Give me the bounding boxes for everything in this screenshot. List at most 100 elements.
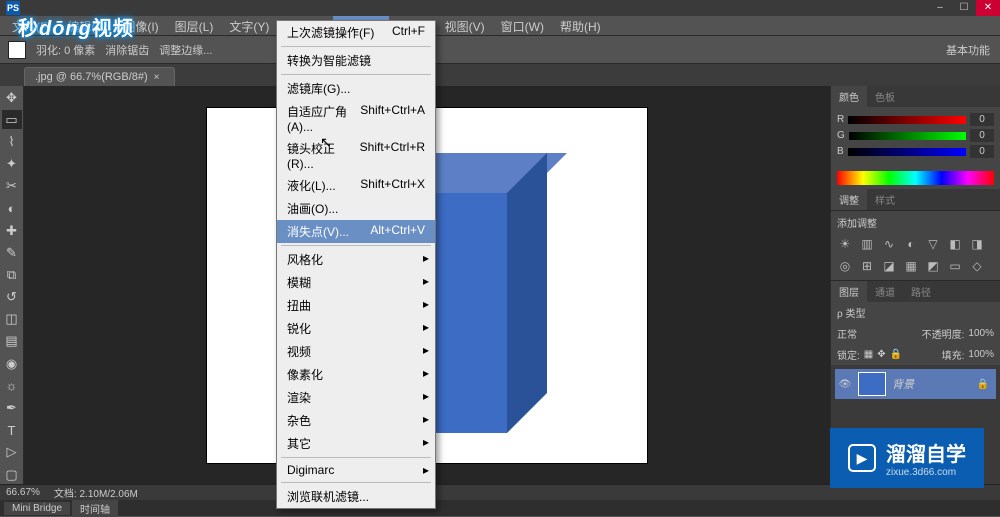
maximize-button[interactable]: ☐ [952, 0, 976, 16]
blend-mode[interactable]: 正常 [837, 326, 857, 341]
lock-pixels-icon[interactable]: ▦ [864, 349, 873, 360]
menu-bar: 文件(F)编辑(E)图像(I)图层(L)文字(Y)选择(S)滤镜(T)3D(D)… [0, 16, 1000, 36]
menu-item[interactable]: 锐化▸ [277, 317, 435, 340]
hue-icon[interactable]: ◧ [947, 236, 963, 252]
tab-timeline[interactable]: 时间轴 [72, 500, 118, 517]
tab-layers[interactable]: 图层 [831, 281, 867, 302]
tab-paths[interactable]: 路径 [903, 281, 939, 302]
fill-value[interactable]: 100% [968, 349, 994, 360]
posterize-icon[interactable]: ▦ [903, 258, 919, 274]
eyedropper-tool-icon[interactable]: ◐ [2, 199, 22, 218]
menu-item[interactable]: 自适应广角(A)...Shift+Ctrl+A [277, 100, 435, 137]
invert-icon[interactable]: ◪ [881, 258, 897, 274]
document-tab[interactable]: .jpg @ 66.7%(RGB/8#) × [24, 67, 175, 86]
antialias-checkbox[interactable]: 消除锯齿 [105, 42, 149, 58]
marquee-tool-icon[interactable]: ▭ [2, 110, 22, 129]
selective-color-icon[interactable]: ◇ [969, 258, 985, 274]
menu-帮助[interactable]: 帮助(H) [552, 16, 609, 35]
gradient-map-icon[interactable]: ▭ [947, 258, 963, 274]
curves-icon[interactable]: ∿ [881, 236, 897, 252]
color-value[interactable]: 0 [970, 113, 994, 126]
menu-item[interactable]: 油画(O)... [277, 197, 435, 220]
channel-label: R [837, 114, 844, 125]
watermark-logo-2: ▶ 溜溜自学 zixue.3d66.com [830, 428, 984, 488]
menu-item[interactable]: 镜头校正(R)...Shift+Ctrl+R [277, 137, 435, 174]
menu-item[interactable]: 模糊▸ [277, 271, 435, 294]
eraser-tool-icon[interactable]: ◫ [2, 310, 22, 329]
layer-row[interactable]: 👁 背景 🔒 [835, 369, 996, 399]
menu-item[interactable]: 风格化▸ [277, 248, 435, 271]
zoom-level[interactable]: 66.67% [6, 487, 40, 498]
marquee-tool-indicator[interactable] [8, 41, 26, 59]
type-tool-icon[interactable]: T [2, 421, 22, 440]
menu-item[interactable]: 扭曲▸ [277, 294, 435, 317]
gradient-tool-icon[interactable]: ▤ [2, 332, 22, 351]
stamp-tool-icon[interactable]: ⧉ [2, 265, 22, 284]
color-value[interactable]: 0 [970, 129, 994, 142]
close-tab-icon[interactable]: × [154, 72, 160, 83]
move-tool-icon[interactable]: ✥ [2, 88, 22, 107]
history-brush-tool-icon[interactable]: ↺ [2, 288, 22, 307]
color-spectrum[interactable] [837, 171, 994, 185]
play-icon: ▶ [848, 444, 876, 472]
brush-tool-icon[interactable]: ✎ [2, 243, 22, 262]
minimize-button[interactable]: – [928, 0, 952, 16]
tab-color[interactable]: 颜色 [831, 86, 867, 107]
brightness-icon[interactable]: ☀ [837, 236, 853, 252]
dodge-tool-icon[interactable]: ☼ [2, 376, 22, 395]
color-slider[interactable] [849, 132, 966, 140]
menu-item[interactable]: Digimarc▸ [277, 460, 435, 480]
menu-窗口[interactable]: 窗口(W) [493, 16, 552, 35]
tab-channels[interactable]: 通道 [867, 281, 903, 302]
refine-edge-button[interactable]: 调整边缘... [159, 42, 212, 58]
menu-item[interactable]: 视频▸ [277, 340, 435, 363]
workspace-label[interactable]: 基本功能 [946, 42, 990, 58]
blur-tool-icon[interactable]: ◉ [2, 354, 22, 373]
menu-图层[interactable]: 图层(L) [167, 16, 222, 35]
options-bar: 羽化: 0 像素 消除锯齿 调整边缘... 基本功能 [0, 36, 1000, 64]
menu-item[interactable]: 滤镜库(G)... [277, 77, 435, 100]
threshold-icon[interactable]: ◩ [925, 258, 941, 274]
tab-adjustments[interactable]: 调整 [831, 189, 867, 210]
exposure-icon[interactable]: ◐ [903, 236, 919, 252]
menu-item[interactable]: 浏览联机滤镜... [277, 485, 435, 508]
menu-item[interactable]: 转换为智能滤镜 [277, 49, 435, 72]
menu-item[interactable]: 上次滤镜操作(F)Ctrl+F [277, 21, 435, 44]
menu-item[interactable]: 消失点(V)...Alt+Ctrl+V [277, 220, 435, 243]
shape-tool-icon[interactable]: ▢ [2, 465, 22, 484]
menu-item[interactable]: 渲染▸ [277, 386, 435, 409]
lock-all-icon[interactable]: 🔒 [890, 349, 902, 360]
close-button[interactable]: ✕ [976, 0, 1000, 16]
vibrance-icon[interactable]: ▽ [925, 236, 941, 252]
opacity-value[interactable]: 100% [968, 328, 994, 339]
lasso-tool-icon[interactable]: ⌇ [2, 132, 22, 151]
color-slider[interactable] [848, 116, 966, 124]
lock-position-icon[interactable]: ✥ [877, 349, 885, 360]
crop-tool-icon[interactable]: ✂ [2, 177, 22, 196]
adjustments-panel: 添加调整 ☀ ▥ ∿ ◐ ▽ ◧ ◨ ◎ ⊞ ◪ ▦ ◩ ▭ ◇ [831, 210, 1000, 280]
photo-filter-icon[interactable]: ◎ [837, 258, 853, 274]
menu-文字[interactable]: 文字(Y) [221, 16, 277, 35]
visibility-icon[interactable]: 👁 [838, 379, 852, 390]
menu-item[interactable]: 杂色▸ [277, 409, 435, 432]
healing-tool-icon[interactable]: ✚ [2, 221, 22, 240]
color-value[interactable]: 0 [970, 145, 994, 158]
document-tab-title: .jpg @ 66.7%(RGB/8#) [35, 71, 148, 83]
pen-tool-icon[interactable]: ✒ [2, 398, 22, 417]
layer-thumbnail[interactable] [858, 372, 886, 396]
levels-icon[interactable]: ▥ [859, 236, 875, 252]
tab-mini-bridge[interactable]: Mini Bridge [4, 502, 70, 515]
wand-tool-icon[interactable]: ✦ [2, 155, 22, 174]
channel-mixer-icon[interactable]: ⊞ [859, 258, 875, 274]
menu-item[interactable]: 像素化▸ [277, 363, 435, 386]
menu-视图[interactable]: 视图(V) [437, 16, 493, 35]
tab-styles[interactable]: 样式 [867, 189, 903, 210]
color-slider[interactable] [848, 148, 966, 156]
adjustments-title: 添加调整 [837, 215, 994, 230]
layer-kind[interactable]: ρ 类型 [837, 305, 865, 320]
tab-swatches[interactable]: 色板 [867, 86, 903, 107]
menu-item[interactable]: 液化(L)...Shift+Ctrl+X [277, 174, 435, 197]
menu-item[interactable]: 其它▸ [277, 432, 435, 455]
path-tool-icon[interactable]: ▷ [2, 443, 22, 462]
bw-icon[interactable]: ◨ [969, 236, 985, 252]
